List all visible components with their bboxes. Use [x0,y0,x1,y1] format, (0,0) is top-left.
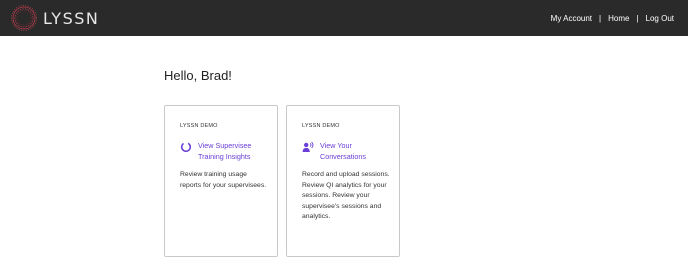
supervisee-training-card: LYSSN DEMO View Supervisee Training Insi… [164,105,278,257]
card-link-label[interactable]: View Your Conversations [320,140,390,162]
your-conversations-card: LYSSN DEMO View Your Conversations Recor… [286,105,400,257]
nav-separator: | [599,13,602,23]
view-supervisee-training-insights-link[interactable]: View Supervisee Training Insights [180,140,268,162]
card-tag: LYSSN DEMO [180,123,218,129]
card-tag: LYSSN DEMO [302,123,340,129]
lyssn-logo-mark-icon [11,5,37,31]
loading-ring-icon [180,141,192,153]
card-description: Review training usage reports for your s… [180,171,267,189]
nav-log-out-link[interactable]: Log Out [646,14,674,23]
brand-name: LYSSN [43,8,100,28]
nav-home-link[interactable]: Home [608,14,629,23]
view-your-conversations-link[interactable]: View Your Conversations [302,140,390,162]
header-nav: My Account | Home | Log Out [551,0,674,36]
nav-separator: | [636,13,639,23]
card-description: Record and upload sessions. Review QI an… [302,171,390,221]
greeting-heading: Hello, Brad! [164,68,232,83]
speaking-person-icon [302,141,314,152]
nav-my-account-link[interactable]: My Account [551,14,592,23]
card-link-label[interactable]: View Supervisee Training Insights [198,140,268,162]
lyssn-logo[interactable]: LYSSN [10,4,99,32]
top-navigation-bar: LYSSN My Account | Home | Log Out [0,0,688,36]
